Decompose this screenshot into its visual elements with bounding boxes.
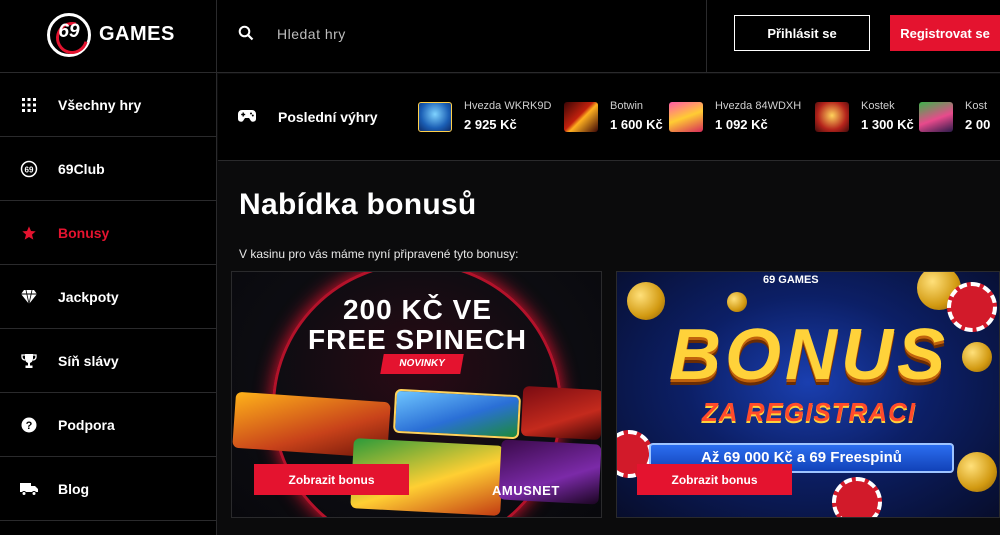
win-amount: 1 300 Kč	[861, 117, 914, 132]
sidebar-item-label: Všechny hry	[58, 96, 142, 113]
recent-wins-title: Poslední výhry	[278, 109, 378, 125]
win-game-name: Hvezda 84WDXH	[715, 100, 802, 112]
logo-text: GAMES	[99, 23, 175, 45]
sidebar-item-all-games[interactable]: Všechny hry	[0, 73, 217, 137]
coin-decoration	[957, 452, 997, 492]
game-thumbnail	[418, 102, 452, 132]
star-icon	[22, 225, 36, 240]
sidebar-item-support[interactable]: ? Podpora	[0, 393, 217, 457]
sidebar-item-label: Bonusy	[58, 224, 110, 241]
svg-text:69: 69	[25, 165, 34, 174]
win-amount: 2 925 Kč	[464, 117, 517, 132]
sidebar-item-label: Blog	[58, 480, 90, 497]
win-amount: 1 092 Kč	[715, 117, 768, 132]
truck-icon	[20, 482, 38, 496]
sidebar-item-69club[interactable]: 69 69Club	[0, 137, 217, 201]
win-amount: 2 00	[965, 117, 991, 132]
win-amount: 1 600 Kč	[610, 117, 663, 132]
bonus-headline: 200 KČ VE	[342, 294, 493, 325]
login-button[interactable]: Přihlásit se	[734, 15, 870, 51]
game-tile-image	[520, 385, 601, 441]
poker-chip-decoration	[832, 477, 882, 517]
question-icon: ?	[21, 417, 37, 432]
news-tag: NOVINKY	[380, 354, 464, 374]
win-game-name: Kostek	[861, 100, 895, 112]
svg-text:?: ?	[26, 420, 33, 432]
show-bonus-button[interactable]: Zobrazit bonus	[254, 464, 409, 495]
sidebar-item-label: Síň slávy	[58, 352, 119, 369]
game-thumbnail	[564, 102, 598, 132]
card-logo: 69 GAMES	[763, 274, 819, 286]
game-tile-image	[392, 388, 522, 440]
sidebar-item-hall-of-fame[interactable]: Síň slávy	[0, 329, 217, 393]
top-header: 69 GAMES Přihlásit se Registrovat se	[0, 0, 1000, 73]
bonus-headline: ZA REGISTRACI	[701, 397, 917, 427]
win-game-name: Botwin	[610, 100, 644, 112]
header-divider	[706, 0, 707, 73]
trophy-icon	[21, 353, 37, 368]
coin-decoration	[727, 292, 747, 312]
recent-wins-bar: Poslední výhry Hvezda WKRK9D 2 925 Kč Bo…	[218, 74, 1000, 161]
game-thumbnail	[669, 102, 703, 132]
diamond-icon	[21, 289, 37, 304]
bonus-card-registration[interactable]: 69 GAMES BONUS ZA REGISTRACI Až 69 000 K…	[616, 271, 1000, 518]
bonus-card-free-spins[interactable]: 200 KČ VE FREE SPINECH NOVINKY AMUSNET Z…	[231, 271, 602, 518]
bonus-headline: BONUS	[668, 315, 949, 395]
sidebar-item-label: 69Club	[58, 160, 105, 177]
page-title: Nabídka bonusů	[239, 188, 477, 221]
logo[interactable]: 69 GAMES	[0, 0, 217, 73]
gamepad-icon	[238, 110, 256, 122]
logo-number: 69	[58, 21, 80, 42]
sidebar-item-label: Podpora	[58, 416, 115, 433]
sidebar-item-label: Jackpoty	[58, 288, 119, 305]
sidebar-item-blog[interactable]: Blog	[0, 457, 217, 521]
win-game-name: Kost	[965, 100, 988, 112]
game-thumbnail	[919, 102, 953, 132]
provider-brand: AMUSNET	[492, 483, 560, 498]
page-subtitle: V kasinu pro vás máme nyní připravené ty…	[239, 247, 519, 261]
sidebar-item-bonuses[interactable]: Bonusy	[0, 201, 217, 265]
sidebar-item-jackpots[interactable]: Jackpoty	[0, 265, 217, 329]
club-69-icon: 69	[20, 160, 38, 177]
game-thumbnail	[815, 102, 849, 132]
search-input[interactable]	[268, 20, 628, 48]
search-icon[interactable]	[238, 25, 254, 41]
win-game-name: Hvezda WKRK9D	[464, 100, 552, 112]
sidebar: Všechny hry 69 69Club Bonusy Jackpoty Sí…	[0, 73, 217, 535]
show-bonus-button[interactable]: Zobrazit bonus	[637, 464, 792, 495]
register-button[interactable]: Registrovat se	[890, 15, 1000, 51]
grid-icon	[22, 97, 36, 112]
bonus-headline: FREE SPINECH	[308, 324, 527, 355]
